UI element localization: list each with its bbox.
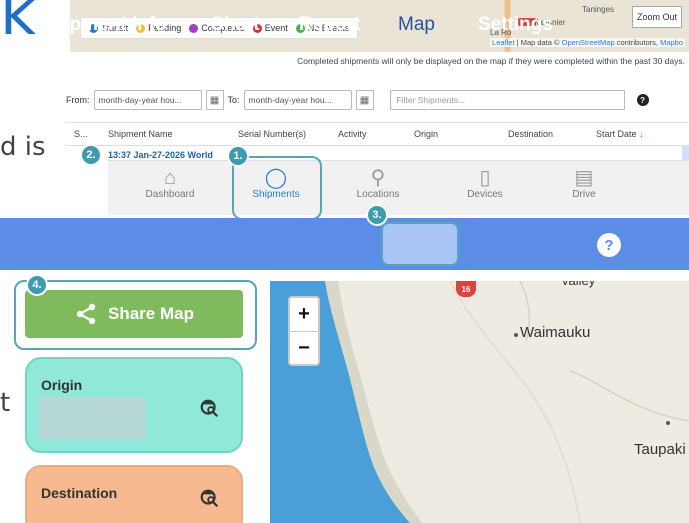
locate-search-icon[interactable] [199,487,221,509]
row-highlight [682,146,689,160]
map-place-label: Taupaki [634,441,686,458]
map-zoom-control: + − [288,296,320,366]
tab-chart[interactable]: Chart [210,14,260,36]
tab-bar [0,218,689,270]
nav-label: Dashboard [145,189,195,200]
column-header-start-date[interactable]: Start Date ↓ [596,129,644,139]
osm-link[interactable]: OpenStreetMap [562,38,615,47]
nav-item-devices[interactable]: ▯ Devices [445,167,525,200]
nav-label: Locations [356,189,400,200]
zoom-out-button[interactable]: − [290,331,318,364]
mobile-bottom-nav: ⌂ Dashboard ◯ Shipments ⚲ Locations ▯ De… [108,160,689,215]
locate-search-icon[interactable] [199,397,221,419]
filter-shipments-input[interactable]: Filter Shipments... [389,90,625,110]
heading-fragment: k [0,0,36,49]
sort-down-icon[interactable]: ↓ [639,129,644,139]
shipment-map[interactable]: Waimauku Taupaki valley [270,281,689,523]
help-icon[interactable]: ? [636,94,649,106]
save-icon: ▤ [574,167,594,189]
nav-label: Devices [467,189,503,200]
map-place-label: Waimauku [520,324,591,341]
nav-item-dashboard[interactable]: ⌂ Dashboard [130,167,210,200]
share-map-button[interactable]: Share Map [25,290,243,338]
zoom-in-button[interactable]: + [290,298,318,331]
origin-value [39,397,145,439]
body-text-fragment: d is [0,132,46,162]
column-header-name[interactable]: Shipment Name [108,129,173,139]
attribution-text: contributors, [614,38,661,47]
step-badge: 1. [227,145,249,167]
zoom-out-button[interactable]: Zoom Out [632,6,682,28]
column-header-activity[interactable]: Activity [338,129,367,139]
pin-icon: ⚲ [370,167,386,189]
column-header-serial[interactable]: Serial Number(s) [238,129,306,139]
tab-map[interactable]: Map [398,14,435,36]
shipments-highlight [232,156,322,220]
nav-label: Drive [572,189,596,200]
road-number-badge: 16 [456,281,476,297]
mapbox-link[interactable]: Mapbo [660,38,683,47]
home-icon: ⌂ [163,167,177,189]
legend-label: Event [264,23,288,33]
attribution-text: | Map data © [514,38,562,47]
calendar-icon[interactable]: ▦ [205,90,224,110]
help-button[interactable]: ? [597,233,621,257]
tab-shipment-info[interactable]: Shipment Info [40,14,167,36]
origin-card: Origin [25,357,243,453]
completed-shipments-note: Completed shipments will only be display… [297,56,685,66]
tab-settings[interactable]: Settings [478,14,553,36]
tab-report[interactable]: Report [299,14,360,36]
step-badge: 4. [26,274,48,296]
date-filter-row: From: month-day-year hou... ▦ To: month-… [66,90,649,110]
table-row[interactable]: 13:37 Jan-27-2026 World [108,150,213,160]
to-date-input[interactable]: month-day-year hou... [243,90,352,110]
leaflet-link[interactable]: Leaflet [492,38,515,47]
from-date-input[interactable]: month-day-year hou... [93,90,202,110]
step-badge: 2. [80,144,102,166]
origin-title: Origin [41,377,83,393]
map-tab-highlight [381,222,459,266]
nav-item-drive[interactable]: ▤ Drive [544,167,624,200]
completed-dot-icon [189,23,199,33]
to-label: To: [227,95,240,105]
body-text-fragment-2: t [0,388,11,418]
column-header-destination[interactable]: Destination [508,129,553,139]
start-date-label: Start Date [596,129,637,139]
share-map-label: Share Map [108,304,194,323]
nav-item-locations[interactable]: ⚲ Locations [338,167,418,200]
map-place-label: valley [562,281,595,288]
destination-card: Destination [25,465,243,523]
shipments-table-header: S... Shipment Name Serial Number(s) Acti… [66,122,689,146]
column-header-origin[interactable]: Origin [414,129,438,139]
phone-icon: ▯ [479,167,491,189]
map-place-label: Taninges [582,5,615,14]
map-terrain [270,281,689,523]
step-badge: 3. [366,204,388,226]
from-label: From: [66,95,90,105]
share-icon [76,303,96,325]
column-header-status[interactable]: S... [74,129,88,139]
calendar-icon[interactable]: ▦ [355,90,374,110]
map-attribution: Leaflet | Map data © OpenStreetMap contr… [490,38,685,47]
